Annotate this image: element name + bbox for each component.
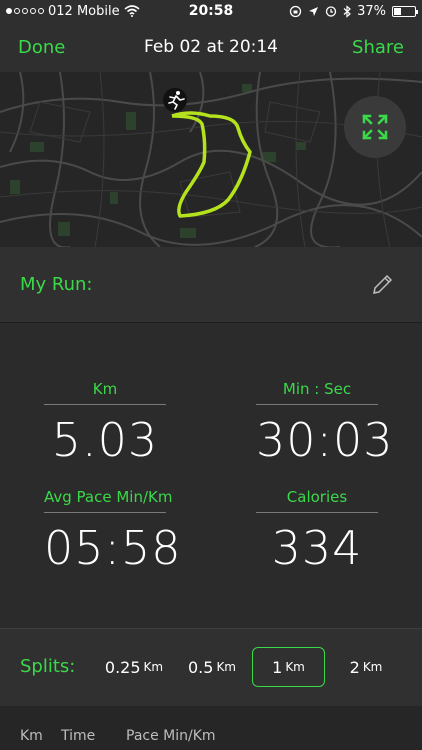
calories-stat: Calories 334 (256, 488, 378, 575)
signal-strength-icon (6, 8, 44, 14)
alarm-icon (325, 6, 337, 17)
column-header-km: Km (20, 728, 43, 744)
location-arrow-icon (309, 6, 319, 16)
column-header-time: Time (61, 728, 96, 744)
map-canvas (0, 72, 422, 247)
battery-fill (394, 7, 402, 15)
distance-stat: Km 5.03 (44, 380, 166, 467)
duration-stat: Min : Sec 30:03 (256, 380, 394, 467)
battery-icon (392, 5, 418, 17)
pace-stat: Avg Pace Min/Km 05:58 (44, 488, 182, 575)
carrier-name: 012 Mobile (48, 3, 120, 19)
expand-map-button[interactable] (344, 96, 406, 158)
split-option-1-selected[interactable]: 1 Km (252, 647, 325, 687)
calories-label: Calories (256, 488, 378, 513)
route-map[interactable] (0, 72, 422, 247)
battery-percent: 37% (357, 3, 386, 19)
pace-value: 05:58 (44, 521, 182, 575)
edit-pencil-icon[interactable] (370, 273, 394, 301)
share-button[interactable]: Share (352, 37, 404, 58)
splits-bar: Splits: 0.25 Km 0.5 Km 1 Km 2 Km (0, 628, 422, 706)
splits-label: Splits: (20, 656, 76, 677)
stats-panel: Km 5.03 Min : Sec 30:03 Avg Pace Min/Km … (0, 323, 422, 628)
run-name-row: My Run: (0, 247, 422, 323)
runner-marker-icon (163, 88, 187, 112)
orientation-lock-icon (289, 5, 302, 17)
pace-label: Avg Pace Min/Km (44, 488, 172, 513)
wifi-icon (124, 5, 140, 17)
splits-table-header: Km Time Pace Min/Km (0, 706, 422, 750)
done-button[interactable]: Done (18, 37, 65, 58)
split-option-0-5[interactable]: 0.5 Km (182, 647, 242, 687)
bluetooth-icon (343, 4, 352, 18)
nav-bar: Done Feb 02 at 20:14 Share (0, 22, 422, 72)
run-name-label: My Run: (20, 274, 93, 295)
split-option-2[interactable]: 2 Km (338, 647, 394, 687)
status-bar: 012 Mobile 20:58 37% (0, 0, 422, 22)
expand-arrows-icon (362, 114, 388, 140)
calories-value: 334 (271, 521, 363, 575)
distance-label: Km (44, 380, 166, 405)
status-left: 012 Mobile (6, 4, 156, 19)
column-header-pace: Pace Min/Km (126, 728, 216, 744)
duration-value: 30:03 (256, 413, 394, 467)
distance-value: 5.03 (51, 413, 159, 467)
duration-label: Min : Sec (256, 380, 378, 405)
split-option-0-25[interactable]: 0.25 Km (100, 647, 168, 687)
status-right: 37% (289, 0, 418, 22)
